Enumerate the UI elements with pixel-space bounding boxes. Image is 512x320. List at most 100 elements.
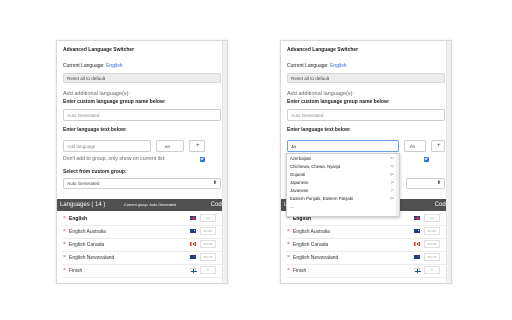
remove-icon[interactable]: × [63, 267, 66, 273]
languages-count-header: Languages ( 14 ) [60, 201, 106, 208]
nz-flag-icon [414, 255, 420, 259]
table-row[interactable]: × Finish fi [62, 264, 222, 278]
suggestion-item[interactable]: Javanese jv [287, 186, 397, 194]
language-input-value: Ja [291, 144, 296, 149]
remove-icon[interactable]: × [63, 228, 66, 234]
language-text-input[interactable]: Add language [63, 140, 151, 152]
group-name-placeholder: Auto Generated [291, 113, 324, 118]
current-language-value[interactable]: English [106, 63, 122, 69]
remove-icon[interactable]: × [63, 241, 66, 247]
table-row[interactable]: × English Australia en-au [286, 225, 446, 239]
add-additional-label: Add additional language(s): [287, 91, 354, 97]
custom-group-label: Enter custom language group name below: [63, 99, 166, 105]
select-arrow-icon: ⬍ [212, 180, 217, 186]
language-code[interactable]: en-au [424, 227, 440, 235]
remove-icon[interactable]: × [287, 228, 290, 234]
suggestion-item[interactable]: Japanese ja [287, 178, 397, 186]
language-suggestions-dropdown[interactable]: Azerbaijani az Chichewa, Chewa, Nyanja n… [286, 153, 400, 217]
language-code[interactable]: fi [200, 266, 216, 274]
language-code[interactable]: en-ca [424, 240, 440, 248]
code-input-value: en [165, 144, 171, 149]
reset-button[interactable]: Reset all to default [287, 73, 445, 83]
language-name: English Canada [69, 241, 105, 248]
suggestion-name: Javanese [290, 187, 309, 193]
add-language-button[interactable]: + [431, 140, 445, 152]
code-input[interactable]: en [404, 140, 426, 152]
remove-icon[interactable]: × [287, 241, 290, 247]
language-switcher-panel-right: Advanced Language Switcher Current Langu… [280, 40, 452, 284]
current-language-label: Current Language: [287, 63, 329, 69]
panel-scrollbar[interactable] [446, 41, 451, 283]
language-code[interactable]: en [200, 214, 216, 222]
language-code[interactable]: en-nz [200, 253, 216, 261]
ca-flag-icon [190, 242, 196, 246]
fi-flag-icon [414, 268, 421, 273]
language-text-label: Enter language text below: [63, 127, 127, 133]
reset-button-label: Reset all to default [291, 76, 330, 81]
suggestion-item[interactable]: Chichewa, Chewa, Nyanja ny [287, 162, 397, 170]
select-arrow-icon: ⬍ [436, 180, 441, 186]
dropdown-scrollbar[interactable] [396, 154, 399, 216]
suggestion-item[interactable]: Azerbaijani az [287, 154, 397, 162]
table-row[interactable]: × English en [62, 212, 222, 226]
dont-add-checkbox[interactable] [200, 157, 205, 162]
group-select[interactable]: Auto Generated ⬍ [63, 178, 221, 189]
suggestion-name: ... [290, 203, 294, 209]
uk-flag-icon [190, 216, 196, 220]
dont-add-label: Don't add to group, only show on current… [63, 156, 166, 162]
suggestion-name: Azerbaijani [290, 155, 312, 161]
language-code[interactable]: en [424, 214, 440, 222]
panel-title: Advanced Language Switcher [287, 47, 359, 53]
language-name: English Australia [69, 228, 106, 235]
nz-flag-icon [190, 255, 196, 259]
group-name-input[interactable]: Auto Generated [63, 109, 221, 121]
group-name-placeholder: Auto Generated [67, 113, 100, 118]
language-name: English Newzealand [293, 254, 339, 261]
suggestion-item[interactable]: Gujarati gu [287, 170, 397, 178]
au-flag-icon [414, 229, 420, 233]
group-select-value: Auto Generated [67, 181, 100, 186]
reset-button[interactable]: Reset all to default [63, 73, 221, 83]
table-row[interactable]: × English Canada en-ca [286, 238, 446, 252]
group-select[interactable]: ⬍ [406, 178, 445, 189]
table-row[interactable]: × English Canada en-ca [62, 238, 222, 252]
add-button-label: + [196, 143, 200, 149]
language-name: English [69, 215, 88, 222]
fi-flag-icon [190, 268, 197, 273]
language-text-input[interactable]: Ja [287, 140, 399, 152]
suggestion-code: az [390, 155, 394, 160]
language-code[interactable]: en-au [200, 227, 216, 235]
group-name-input[interactable]: Auto Generated [287, 109, 445, 121]
suggestion-code: jv [391, 187, 394, 192]
remove-icon[interactable]: × [287, 267, 290, 273]
remove-icon[interactable]: × [63, 215, 66, 221]
languages-table-header: Languages ( 14 ) Current group: Auto Gen… [57, 199, 227, 211]
suggestion-name: Gujarati [290, 171, 306, 177]
uk-flag-icon [414, 216, 420, 220]
language-input-placeholder: Add language [67, 144, 96, 149]
dont-add-checkbox[interactable] [424, 157, 429, 162]
language-code[interactable]: en-ca [200, 240, 216, 248]
table-row[interactable]: × Finish fi [286, 264, 446, 278]
table-row[interactable]: × English Newzealand en-nz [286, 251, 446, 265]
language-code[interactable]: en-nz [424, 253, 440, 261]
language-code[interactable]: fi [424, 266, 440, 274]
panel-title: Advanced Language Switcher [63, 47, 135, 53]
table-row[interactable]: × English Newzealand en-nz [62, 251, 222, 265]
panel-scrollbar[interactable] [222, 41, 227, 283]
current-language-value[interactable]: English [330, 63, 346, 69]
current-language-row: Current Language: English [63, 63, 123, 69]
code-input[interactable]: en [156, 140, 184, 152]
remove-icon[interactable]: × [287, 254, 290, 260]
suggestion-item[interactable]: Eastern Punjabi, Eastern Panjabi pa [287, 194, 397, 202]
custom-group-label: Enter custom language group name below: [287, 99, 390, 105]
table-row[interactable]: × English Australia en-au [62, 225, 222, 239]
language-name: Finish [293, 267, 307, 274]
suggestion-code: ny [390, 163, 394, 168]
ca-flag-icon [414, 242, 420, 246]
add-language-button[interactable]: + [189, 140, 205, 152]
suggestion-code: gu [390, 171, 394, 176]
add-button-label: + [437, 143, 441, 149]
suggestion-item[interactable]: ... [287, 202, 397, 210]
remove-icon[interactable]: × [63, 254, 66, 260]
